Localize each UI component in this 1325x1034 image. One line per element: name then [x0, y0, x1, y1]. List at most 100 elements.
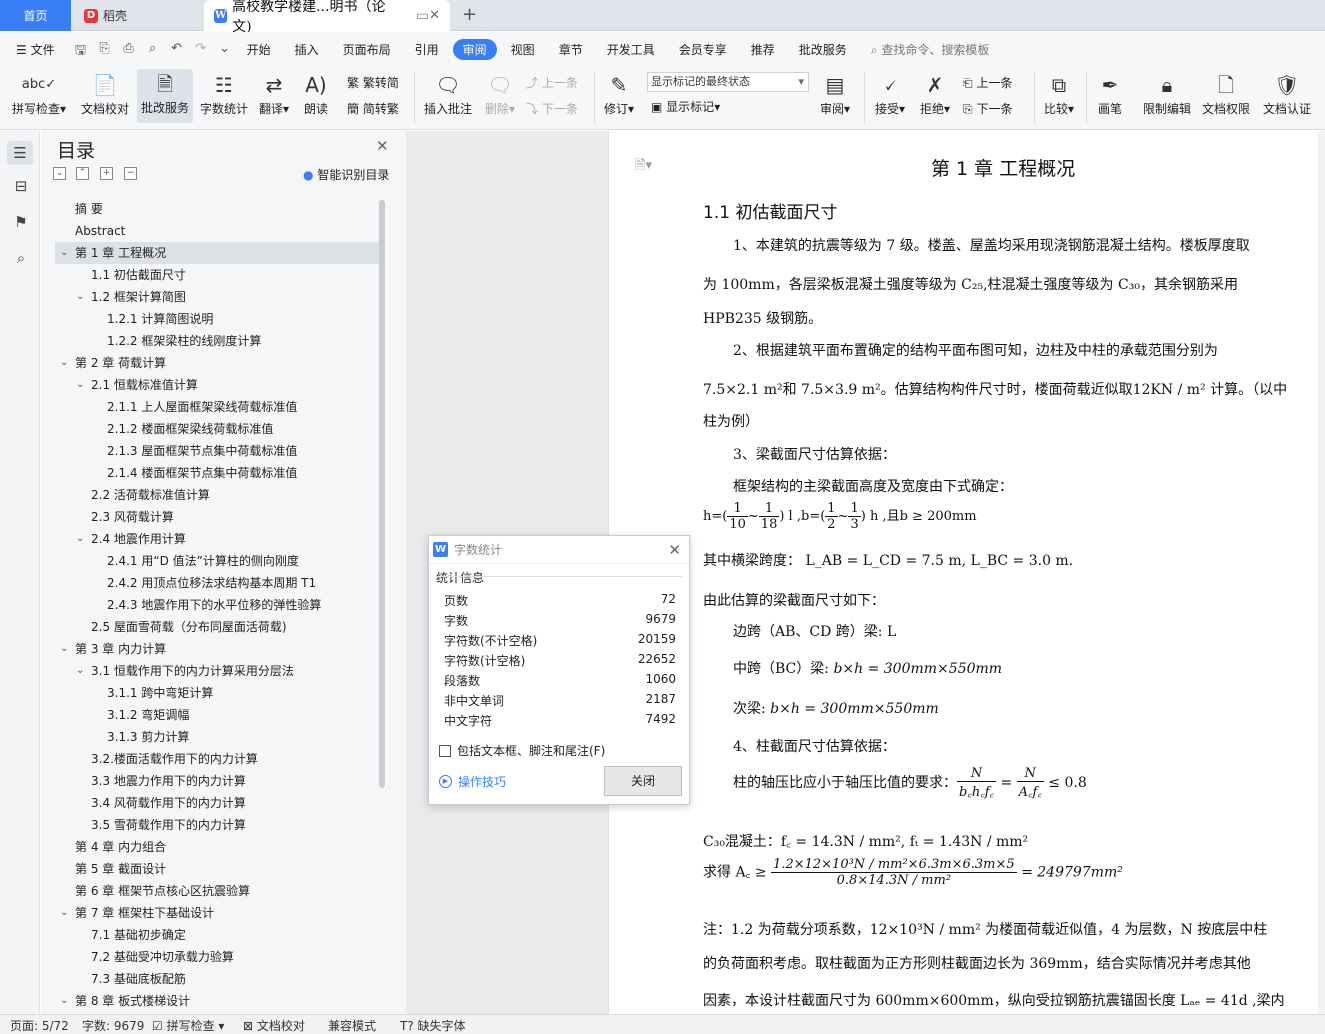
next-change-button[interactable]: ⎘ 下一条 — [963, 100, 1012, 117]
page-indicator[interactable]: 页面: 5/72 — [10, 1017, 69, 1034]
chevron-down-icon[interactable]: ⌄ — [76, 528, 84, 550]
toc-item[interactable]: 2.4.1 用“D 值法”计算柱的侧向刚度 — [55, 550, 379, 572]
tab-document[interactable]: W 高校教学楼建...明书（论文) ▭ ✕ — [204, 0, 450, 35]
menu-recommend[interactable]: 推荐 — [741, 38, 785, 61]
bookmark-icon[interactable]: ⚑ — [12, 213, 30, 231]
preview-icon[interactable]: ⌕ — [145, 41, 161, 57]
more-icon[interactable]: ⌄ — [217, 41, 233, 57]
undo-icon[interactable]: ↶ — [169, 41, 185, 57]
file-menu[interactable]: ☰ 文件 — [6, 38, 65, 61]
toc-item[interactable]: 3.3 地震力作用下的内力计算 — [55, 770, 379, 792]
expand-up-icon[interactable]: ⌃ — [76, 167, 89, 180]
pin-icon[interactable]: ▭ — [416, 8, 429, 24]
toc-item[interactable]: 1.1 初估截面尺寸 — [55, 264, 379, 286]
chapter-nav-icon[interactable]: ⊟ — [12, 177, 30, 195]
next-comment-button[interactable]: ⤵ 下一条 — [526, 100, 578, 117]
menu-review[interactable]: 审阅 — [452, 38, 497, 60]
close-button[interactable]: 关闭 — [604, 766, 682, 796]
markup-state-select[interactable]: 显示标记的最终状态 ▾ — [647, 72, 809, 92]
command-search[interactable]: ⌕ 查找命令、搜索模板 — [861, 38, 1000, 61]
review-pane-button[interactable]: ▤ 审阅▾ — [815, 70, 855, 117]
accept-button[interactable]: 🗸 接受▾ — [870, 70, 910, 117]
pen-button[interactable]: ✒ 画笔 — [1093, 70, 1127, 117]
toc-item[interactable]: 第 4 章 内力组合 — [55, 836, 379, 858]
menu-chapter[interactable]: 章节 — [549, 38, 593, 61]
chevron-down-icon[interactable]: ⌄ — [76, 286, 84, 308]
toc-item[interactable]: 3.4 风荷载作用下的内力计算 — [55, 792, 379, 814]
menu-start[interactable]: 开始 — [237, 38, 281, 61]
outline-icon[interactable]: ☰ — [7, 141, 33, 165]
smart-toc-button[interactable]: ● 智能识别目录 — [303, 166, 389, 183]
export-icon[interactable]: ⎘ — [97, 41, 113, 57]
toc-item[interactable]: 3.2.楼面活载作用下的内力计算 — [55, 748, 379, 770]
remove-heading-icon[interactable]: − — [124, 167, 137, 180]
toc-scrollbar[interactable] — [379, 200, 385, 788]
prev-change-button[interactable]: ⎗ 上一条 — [963, 74, 1012, 91]
checkbox-box[interactable] — [439, 744, 451, 757]
grading-service-button[interactable]: 🗎 批改服务 — [137, 69, 193, 123]
toc-item[interactable]: ⌄ 第 2 章 荷载计算 — [55, 352, 379, 374]
toc-item[interactable]: ⌄ 2.4 地震作用计算 — [55, 528, 379, 550]
toc-item[interactable]: 3.1.1 跨中弯矩计算 — [55, 682, 379, 704]
doc-proof-button[interactable]: 📄 文档校对 — [76, 70, 134, 117]
track-changes-button[interactable]: ✎ 修订▾ — [600, 70, 638, 117]
tab-daoke[interactable]: D 稻壳 — [74, 0, 202, 31]
toc-item[interactable]: 2.2 活荷载标准值计算 — [55, 484, 379, 506]
toc-item[interactable]: 2.3 风荷载计算 — [55, 506, 379, 528]
close-icon[interactable]: ✕ — [668, 541, 681, 559]
toc-item[interactable]: 3.1.2 弯矩调幅 — [55, 704, 379, 726]
close-tab-icon[interactable]: ✕ — [429, 8, 440, 23]
menu-grading[interactable]: 批改服务 — [789, 38, 857, 61]
menu-insert[interactable]: 插入 — [285, 38, 329, 61]
word-count-indicator[interactable]: 字数: 9679 — [82, 1017, 144, 1034]
toc-item[interactable]: 2.1.2 楼面框架梁线荷载标准值 — [55, 418, 379, 440]
tab-home[interactable]: 首页 — [0, 0, 71, 31]
spell-check-button[interactable]: abc✓ 拼写检查▾ — [8, 70, 70, 117]
toc-item[interactable]: 第 5 章 截面设计 — [55, 858, 379, 880]
toc-item[interactable]: ⌄ 2.1 恒载标准值计算 — [55, 374, 379, 396]
toc-item[interactable]: 摘 要 — [55, 198, 379, 220]
word-count-button[interactable]: ☷ 字数统计 — [197, 70, 251, 117]
toc-item[interactable]: 2.1.3 屋面框架节点集中荷载标准值 — [55, 440, 379, 462]
doc-permission-button[interactable]: 🗋 文档权限 — [1198, 70, 1254, 117]
menu-layout[interactable]: 页面布局 — [333, 38, 401, 61]
restrict-edit-button[interactable]: 🔒︎ 限制编辑 — [1140, 70, 1194, 117]
toc-item[interactable]: 2.1.4 楼面框架节点集中荷载标准值 — [55, 462, 379, 484]
simp-to-trad-button[interactable]: 簡 简转繁 — [347, 100, 399, 117]
prev-comment-button[interactable]: ⤴ 上一条 — [526, 74, 578, 91]
chevron-down-icon[interactable]: ⌄ — [60, 242, 68, 264]
toc-item[interactable]: 1.2.2 框架梁柱的线刚度计算 — [55, 330, 379, 352]
redo-icon[interactable]: ↷ — [193, 41, 209, 57]
include-footnotes-checkbox[interactable]: 包括文本框、脚注和尾注(F) — [439, 742, 605, 759]
toc-item[interactable]: 1.2.1 计算简图说明 — [55, 308, 379, 330]
page-menu-icon[interactable]: 🗎▾ — [635, 156, 652, 178]
menu-dev-tools[interactable]: 开发工具 — [597, 38, 665, 61]
print-icon[interactable]: ⎙ — [121, 41, 137, 57]
document-page[interactable]: 🗎▾ 第 1 章 工程概况 1.1 初估截面尺寸 1、本建筑的抗震等级为 7 级… — [608, 131, 1325, 1014]
toc-item[interactable]: ⌄ 第 7 章 框架柱下基础设计 — [55, 902, 379, 924]
close-icon[interactable]: ✕ — [376, 137, 389, 155]
toc-item[interactable]: 7.1 基础初步确定 — [55, 924, 379, 946]
toc-item[interactable]: ⌄ 3.1 恒载作用下的内力计算采用分层法 — [55, 660, 379, 682]
add-heading-icon[interactable]: + — [100, 167, 113, 180]
doc-cert-button[interactable]: 🛡 文档认证 — [1258, 70, 1316, 117]
missing-font-status[interactable]: T? 缺失字体 — [400, 1017, 466, 1034]
search-icon[interactable]: ⌕ — [12, 249, 30, 267]
chevron-down-icon[interactable]: ⌄ — [76, 374, 84, 396]
toc-item[interactable]: 第 6 章 框架节点核心区抗震验算 — [55, 880, 379, 902]
spell-check-status[interactable]: ☑ 拼写检查 ▾ — [152, 1017, 224, 1034]
toc-item[interactable]: ⌄ 第 1 章 工程概况 — [55, 242, 379, 264]
toc-item[interactable]: Abstract — [55, 220, 379, 242]
tips-link[interactable]: ▶ 操作技巧 — [439, 773, 506, 790]
toc-item[interactable]: ⌄ 1.2 框架计算简图 — [55, 286, 379, 308]
delete-comment-button[interactable]: 🗨 删除▾ — [481, 70, 519, 117]
chevron-down-icon[interactable]: ⌄ — [60, 352, 68, 374]
toc-item[interactable]: ⌄ 第 8 章 板式楼梯设计 — [55, 990, 379, 1012]
toc-item[interactable]: 2.1.1 上人屋面框架梁线荷载标准值 — [55, 396, 379, 418]
toc-item[interactable]: 7.3 基础底板配筋 — [55, 968, 379, 990]
chevron-down-icon[interactable]: ⌄ — [76, 660, 84, 682]
trad-to-simp-button[interactable]: 繁 繁转简 — [347, 74, 399, 91]
doc-proof-status[interactable]: ⊠ 文档校对 — [243, 1017, 305, 1034]
chevron-down-icon[interactable]: ⌄ — [60, 902, 68, 924]
toc-item[interactable]: 2.4.2 用顶点位移法求结构基本周期 T1 — [55, 572, 379, 594]
